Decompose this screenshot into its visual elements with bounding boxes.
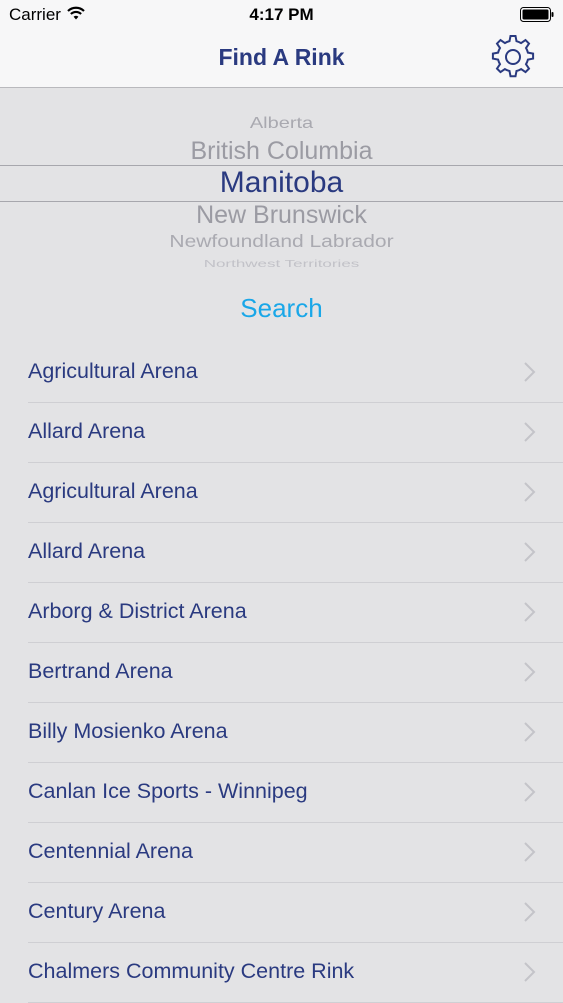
chevron-right-icon — [524, 602, 536, 622]
picker-option[interactable]: Northwest Territories — [0, 258, 563, 268]
picker-option-selected[interactable]: Manitoba — [0, 166, 563, 200]
rink-name: Agricultural Arena — [28, 479, 198, 503]
page-title: Find A Rink — [218, 44, 345, 70]
search-button[interactable]: Search — [0, 293, 563, 324]
chevron-right-icon — [524, 902, 536, 922]
list-item[interactable]: Allard Arena — [28, 403, 563, 463]
picker-option[interactable]: Alberta — [0, 114, 563, 132]
picker-option[interactable]: British Columbia — [0, 137, 563, 166]
chevron-right-icon — [524, 722, 536, 742]
status-time: 4:17 PM — [249, 5, 314, 24]
province-picker[interactable]: Alberta British Columbia Manitoba New Br… — [0, 88, 563, 268]
chevron-right-icon — [524, 422, 536, 442]
chevron-right-icon — [524, 662, 536, 682]
rink-name: Centennial Arena — [28, 839, 193, 863]
list-item[interactable]: Agricultural Arena — [28, 343, 563, 403]
picker-option[interactable]: Newfoundland Labrador — [0, 232, 563, 252]
navigation-bar: Find A Rink — [0, 30, 563, 88]
chevron-right-icon — [524, 362, 536, 382]
status-bar: Carrier 4:17 PM — [0, 0, 563, 30]
rink-list: Agricultural Arena Allard Arena Agricult… — [0, 343, 563, 1003]
chevron-right-icon — [524, 782, 536, 802]
gear-icon — [491, 35, 535, 78]
list-item[interactable]: Centennial Arena — [28, 823, 563, 883]
list-item[interactable]: Agricultural Arena — [28, 463, 563, 523]
list-item[interactable]: Arborg & District Arena — [28, 583, 563, 643]
rink-name: Arborg & District Arena — [28, 599, 247, 623]
rink-name: Allard Arena — [28, 419, 146, 443]
chevron-right-icon — [524, 542, 536, 562]
rink-name: Bertrand Arena — [28, 659, 173, 683]
list-item[interactable]: Century Arena — [28, 883, 563, 943]
list-item[interactable]: Canlan Ice Sports - Winnipeg — [28, 763, 563, 823]
list-item[interactable]: Billy Mosienko Arena — [28, 703, 563, 763]
list-item[interactable]: Chalmers Community Centre Rink — [28, 943, 563, 1003]
picker-option[interactable]: New Brunswick — [0, 201, 563, 230]
settings-button[interactable] — [488, 32, 538, 82]
rink-name: Allard Arena — [28, 539, 146, 563]
chevron-right-icon — [524, 962, 536, 982]
list-item[interactable]: Bertrand Arena — [28, 643, 563, 703]
list-item[interactable]: Allard Arena — [28, 523, 563, 583]
rink-name: Canlan Ice Sports - Winnipeg — [28, 779, 308, 803]
rink-name: Century Arena — [28, 899, 166, 923]
chevron-right-icon — [524, 482, 536, 502]
rink-name: Billy Mosienko Arena — [28, 719, 228, 743]
rink-name: Chalmers Community Centre Rink — [28, 959, 355, 983]
chevron-right-icon — [524, 842, 536, 862]
rink-name: Agricultural Arena — [28, 359, 198, 383]
battery-icon — [520, 7, 554, 22]
